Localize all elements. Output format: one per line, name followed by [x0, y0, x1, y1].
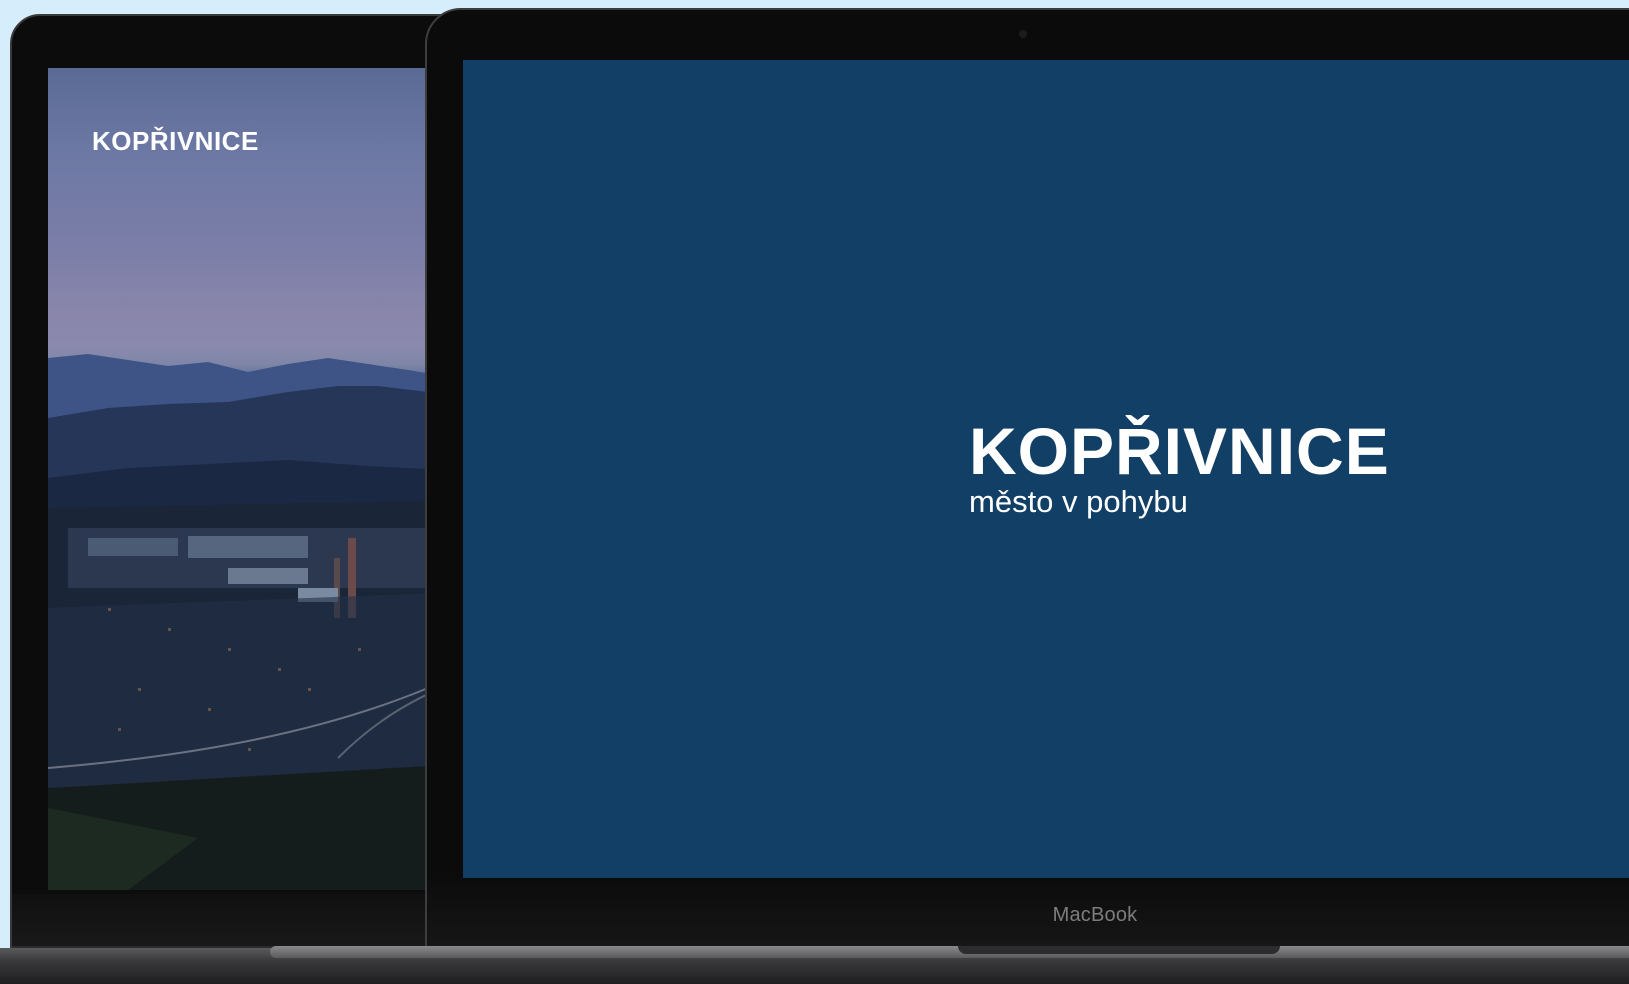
front-laptop-screen: KOPŘIVNICE město v pohybu [463, 60, 1629, 882]
laptop-base-lip [270, 946, 1629, 958]
front-laptop-chin: MacBook [427, 878, 1629, 952]
camera-icon [1019, 30, 1027, 38]
brand-tagline: město v pohybu [969, 484, 1188, 519]
model-label: MacBook [1052, 903, 1138, 926]
brand-title: KOPŘIVNICE [969, 414, 1390, 488]
front-laptop: KOPŘIVNICE město v pohybu MacBook [425, 8, 1629, 954]
back-laptop-logo: KOPŘIVNICE [92, 126, 259, 156]
laptop-opening-notch [958, 946, 1280, 954]
brand-block: KOPŘIVNICE město v pohybu [969, 418, 1390, 520]
